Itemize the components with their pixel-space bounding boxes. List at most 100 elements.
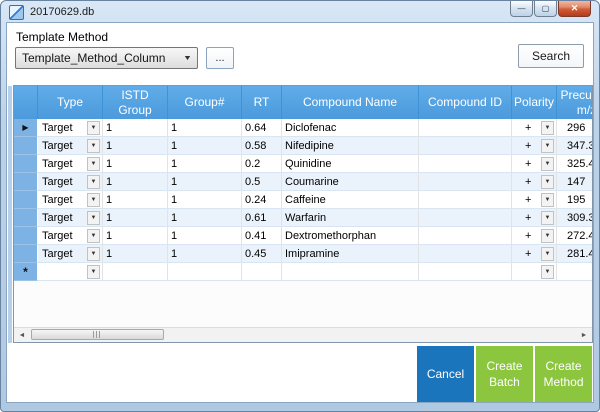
cell-dropdown-icon[interactable]: ▼ — [87, 139, 100, 153]
rt-cell[interactable]: 0.24 — [242, 191, 282, 209]
compound-id-cell[interactable] — [419, 209, 512, 227]
column-header-row-header[interactable] — [14, 86, 38, 119]
rt-cell[interactable]: 0.64 — [242, 119, 282, 137]
row-header-cell[interactable] — [14, 137, 38, 155]
cell-dropdown-icon[interactable]: ▼ — [541, 229, 554, 243]
polarity-cell[interactable]: +▼ — [512, 191, 557, 209]
cell-dropdown-icon[interactable]: ▼ — [87, 211, 100, 225]
istd-group-cell[interactable]: 1 — [103, 191, 168, 209]
scroll-right-button[interactable]: ► — [576, 328, 592, 342]
close-button[interactable]: ✕ — [558, 1, 591, 17]
istd-group-cell[interactable]: 1 — [103, 155, 168, 173]
istd-group-cell[interactable]: 1 — [103, 209, 168, 227]
precursor-cell[interactable]: 281.4 — [557, 245, 593, 263]
cell-dropdown-icon[interactable]: ▼ — [541, 265, 554, 279]
row-header-cell[interactable] — [14, 191, 38, 209]
minimize-button[interactable]: — — [510, 1, 533, 17]
type-cell[interactable]: Target▼ — [38, 173, 103, 191]
cell-dropdown-icon[interactable]: ▼ — [87, 175, 100, 189]
polarity-cell[interactable]: +▼ — [512, 173, 557, 191]
type-cell[interactable]: Target▼ — [38, 119, 103, 137]
search-button[interactable]: Search — [518, 44, 584, 68]
group-cell[interactable]: 1 — [168, 245, 242, 263]
compound-id-cell[interactable] — [419, 155, 512, 173]
rt-cell[interactable]: 0.41 — [242, 227, 282, 245]
cell-dropdown-icon[interactable]: ▼ — [87, 121, 100, 135]
cell-dropdown-icon[interactable]: ▼ — [87, 193, 100, 207]
compound-id-cell[interactable] — [419, 227, 512, 245]
precursor-cell[interactable]: 195 — [557, 191, 593, 209]
cell-dropdown-icon[interactable]: ▼ — [541, 175, 554, 189]
compound-name-cell[interactable]: Coumarine — [282, 173, 419, 191]
cancel-button[interactable]: Cancel — [417, 346, 474, 402]
polarity-cell[interactable]: +▼ — [512, 155, 557, 173]
group-cell[interactable] — [168, 263, 242, 281]
group-cell[interactable]: 1 — [168, 191, 242, 209]
browse-button[interactable]: ... — [206, 47, 234, 69]
column-header-rt[interactable]: RT — [242, 86, 282, 119]
rt-cell[interactable]: 0.61 — [242, 209, 282, 227]
polarity-cell[interactable]: +▼ — [512, 209, 557, 227]
rt-cell[interactable]: 0.5 — [242, 173, 282, 191]
column-header-istd-group[interactable]: ISTDGroup — [103, 86, 168, 119]
column-header-compound-name[interactable]: Compound Name — [282, 86, 419, 119]
compound-name-cell[interactable]: Diclofenac — [282, 119, 419, 137]
row-header-cell[interactable] — [14, 245, 38, 263]
istd-group-cell[interactable] — [103, 263, 168, 281]
polarity-cell[interactable]: +▼ — [512, 227, 557, 245]
precursor-cell[interactable]: 325.4 — [557, 155, 593, 173]
group-cell[interactable]: 1 — [168, 155, 242, 173]
istd-group-cell[interactable]: 1 — [103, 137, 168, 155]
compound-name-cell[interactable]: Quinidine — [282, 155, 419, 173]
compound-name-cell[interactable] — [282, 263, 419, 281]
group-cell[interactable]: 1 — [168, 227, 242, 245]
cell-dropdown-icon[interactable]: ▼ — [87, 157, 100, 171]
group-cell[interactable]: 1 — [168, 173, 242, 191]
rt-cell[interactable]: 0.58 — [242, 137, 282, 155]
cell-dropdown-icon[interactable]: ▼ — [541, 247, 554, 261]
polarity-cell[interactable]: +▼ — [512, 119, 557, 137]
compound-name-cell[interactable]: Warfarin — [282, 209, 419, 227]
compound-name-cell[interactable]: Imipramine — [282, 245, 419, 263]
cell-dropdown-icon[interactable]: ▼ — [541, 121, 554, 135]
row-header-cell[interactable] — [14, 155, 38, 173]
create-method-button[interactable]: Create Method — [535, 346, 592, 402]
precursor-cell[interactable]: 147 — [557, 173, 593, 191]
group-cell[interactable]: 1 — [168, 209, 242, 227]
scrollbar-thumb[interactable] — [31, 329, 164, 340]
column-header-compound-id[interactable]: Compound ID — [419, 86, 512, 119]
rt-cell[interactable]: 0.45 — [242, 245, 282, 263]
type-cell[interactable]: Target▼ — [38, 245, 103, 263]
istd-group-cell[interactable]: 1 — [103, 245, 168, 263]
column-header-group[interactable]: Group# — [168, 86, 242, 119]
column-header-polarity[interactable]: Polarity — [512, 86, 557, 119]
polarity-cell[interactable]: ▼ — [512, 263, 557, 281]
compound-id-cell[interactable] — [419, 263, 512, 281]
compound-id-cell[interactable] — [419, 191, 512, 209]
precursor-cell[interactable]: 272.4 — [557, 227, 593, 245]
compound-id-cell[interactable] — [419, 245, 512, 263]
type-cell[interactable]: ▼ — [38, 263, 103, 281]
precursor-cell[interactable]: 309.3 — [557, 209, 593, 227]
row-header-cell[interactable] — [14, 209, 38, 227]
istd-group-cell[interactable]: 1 — [103, 173, 168, 191]
polarity-cell[interactable]: +▼ — [512, 137, 557, 155]
cell-dropdown-icon[interactable]: ▼ — [541, 157, 554, 171]
create-batch-button[interactable]: Create Batch — [476, 346, 533, 402]
type-cell[interactable]: Target▼ — [38, 137, 103, 155]
scroll-left-button[interactable]: ◄ — [14, 328, 30, 342]
cell-dropdown-icon[interactable]: ▼ — [87, 247, 100, 261]
row-header-cell[interactable]: ▶ — [14, 119, 38, 137]
compound-id-cell[interactable] — [419, 173, 512, 191]
type-cell[interactable]: Target▼ — [38, 191, 103, 209]
precursor-cell[interactable]: 296 — [557, 119, 593, 137]
column-header-type[interactable]: Type — [38, 86, 103, 119]
column-header-precursor[interactable]: Precursorm/z — [557, 86, 593, 119]
rt-cell[interactable] — [242, 263, 282, 281]
row-header-cell[interactable]: * — [14, 263, 38, 281]
template-method-dropdown[interactable]: Template_Method_Column ▼ — [15, 47, 198, 69]
maximize-button[interactable]: ▢ — [534, 1, 557, 17]
type-cell[interactable]: Target▼ — [38, 155, 103, 173]
cell-dropdown-icon[interactable]: ▼ — [541, 211, 554, 225]
precursor-cell[interactable] — [557, 263, 593, 281]
